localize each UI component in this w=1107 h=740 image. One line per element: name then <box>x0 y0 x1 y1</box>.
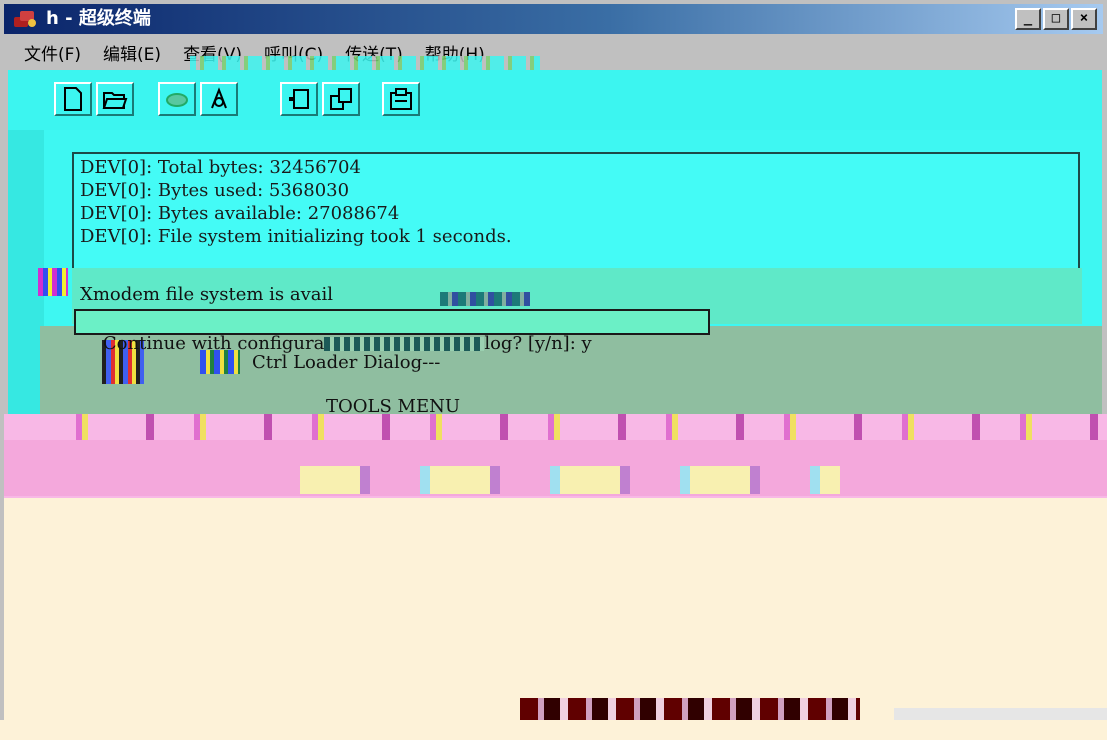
hyperterminal-window: h - 超级终端 _ □ × 文件(F) 编辑(E) 查看(V) 呼叫(C) 传… <box>0 0 1107 740</box>
connect-icon <box>166 93 188 107</box>
xmodem-line: Xmodem file system is avail <box>80 284 334 305</box>
blank-area <box>4 498 1107 740</box>
send-icon <box>289 89 309 109</box>
terminal-output[interactable]: DEV[0]: Total bytes: 32456704 DEV[0]: By… <box>72 152 1080 272</box>
properties-icon <box>390 88 412 110</box>
disconnect-icon <box>211 87 227 109</box>
prompt-suffix: log? [y/n]: y <box>484 333 592 354</box>
new-button[interactable] <box>54 82 92 116</box>
receive-icon <box>330 88 352 110</box>
prompt-line: Continue with configura log? [y/n]: y <box>74 309 710 354</box>
send-button[interactable] <box>280 82 318 116</box>
minimize-button[interactable]: _ <box>1015 8 1041 30</box>
open-icon <box>102 92 128 109</box>
new-icon <box>64 87 82 111</box>
loader-dialog-line: Ctrl Loader Dialog--- <box>252 352 441 373</box>
menu-help[interactable]: 帮助(H) <box>413 40 495 65</box>
toolbar <box>8 70 1102 131</box>
menu-edit[interactable]: 编辑(E) <box>91 40 171 65</box>
menu-transfer[interactable]: 传送(T) <box>333 40 413 65</box>
menu-file[interactable]: 文件(F) <box>4 40 91 65</box>
properties-button[interactable] <box>382 82 420 116</box>
maximize-button[interactable]: □ <box>1043 8 1069 30</box>
open-button[interactable] <box>96 82 134 116</box>
terminal-line: DEV[0]: File system initializing took 1 … <box>80 226 512 247</box>
close-button[interactable]: × <box>1071 8 1097 30</box>
terminal-line: DEV[0]: Bytes available: 27088674 <box>80 203 400 224</box>
prompt-prefix: Continue with configura <box>102 333 325 354</box>
receive-button[interactable] <box>322 82 360 116</box>
menu-call[interactable]: 呼叫(C) <box>252 40 333 65</box>
connect-button[interactable] <box>158 82 196 116</box>
title-bar[interactable]: h - 超级终端 _ □ × <box>4 4 1103 34</box>
window-title: h - 超级终端 <box>46 8 151 29</box>
bottom-strip <box>0 720 1107 740</box>
menu-view[interactable]: 查看(V) <box>171 40 252 65</box>
hyperterminal-app-icon <box>14 11 36 27</box>
terminal-line: DEV[0]: Bytes used: 5368030 <box>80 180 350 201</box>
terminal-line: DEV[0]: Total bytes: 32456704 <box>80 157 361 178</box>
disconnect-button[interactable] <box>200 82 238 116</box>
menu-bar: 文件(F) 编辑(E) 查看(V) 呼叫(C) 传送(T) 帮助(H) <box>4 38 1103 66</box>
corrupted-band <box>4 440 1107 496</box>
